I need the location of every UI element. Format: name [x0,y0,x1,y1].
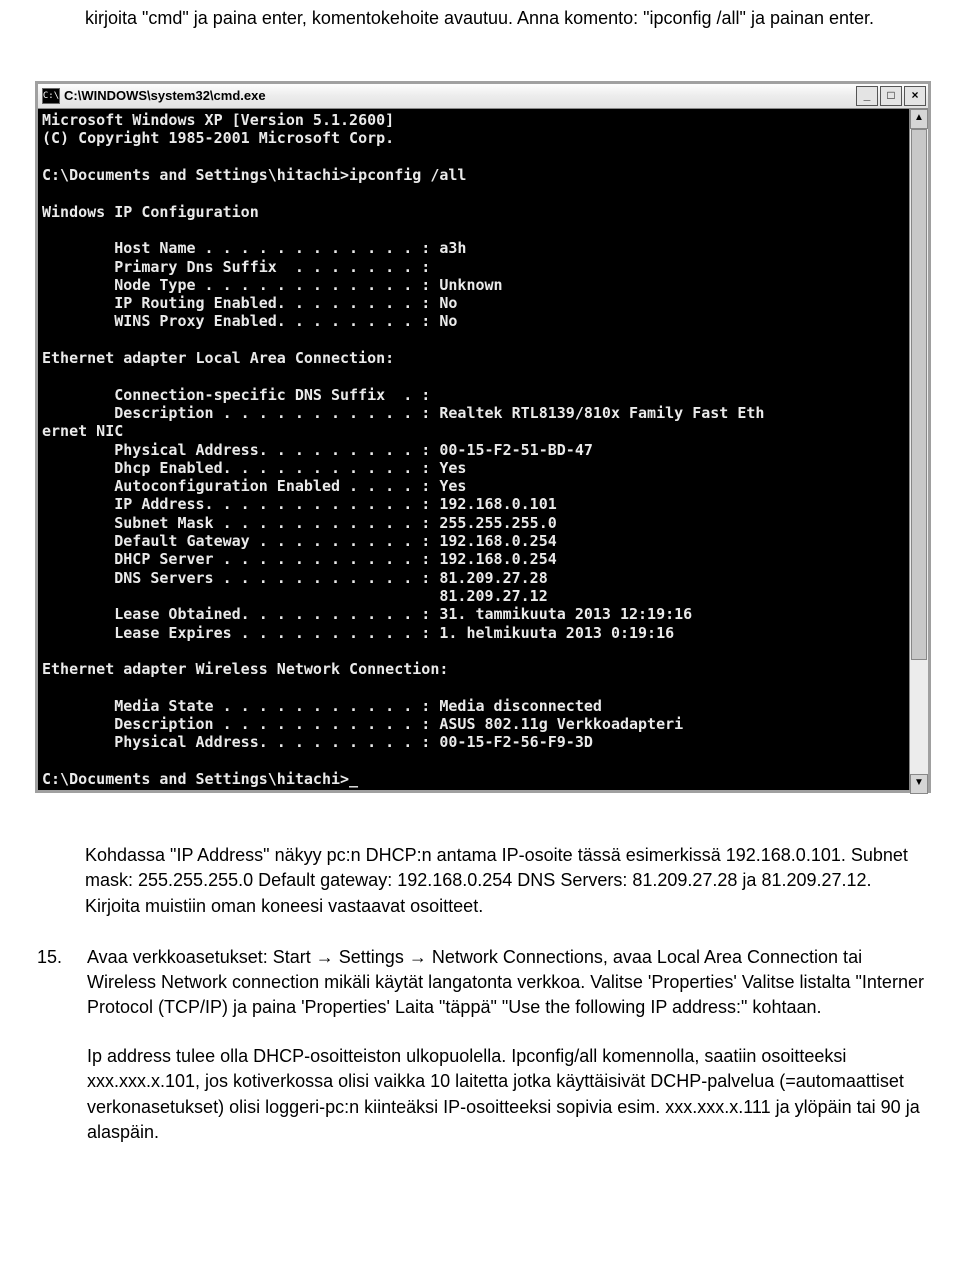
step-15: 15. Avaa verkkoasetukset: Start → Settin… [35,945,925,1169]
step-number: 15. [35,945,87,1169]
cmd-icon: C:\ [42,88,60,104]
step-15-paragraph-2: Ip address tulee olla DHCP-osoitteiston … [87,1044,925,1145]
minimize-button[interactable]: _ [856,86,878,106]
scroll-up-arrow-icon[interactable]: ▲ [910,109,928,129]
maximize-button[interactable]: □ [880,86,902,106]
vertical-scrollbar[interactable]: ▲ ▼ [909,109,928,790]
window-titlebar: C:\ C:\WINDOWS\system32\cmd.exe _ □ × [38,84,928,109]
window-title: C:\WINDOWS\system32\cmd.exe [64,87,856,105]
intro-paragraph: kirjoita "cmd" ja paina enter, komentoke… [85,6,925,31]
window-buttons-group: _ □ × [856,86,926,106]
console-body: Microsoft Windows XP [Version 5.1.2600] … [38,109,928,790]
close-button[interactable]: × [904,86,926,106]
scrollbar-track[interactable] [910,129,928,774]
explanation-paragraph: Kohdassa "IP Address" näkyy pc:n DHCP:n … [85,843,925,919]
scroll-down-arrow-icon[interactable]: ▼ [910,774,928,794]
console-output: Microsoft Windows XP [Version 5.1.2600] … [38,109,909,790]
step-15-paragraph-1: Avaa verkkoasetukset: Start → Settings →… [87,945,925,1021]
scrollbar-thumb[interactable] [911,129,927,660]
cmd-window: C:\ C:\WINDOWS\system32\cmd.exe _ □ × Mi… [35,81,931,793]
